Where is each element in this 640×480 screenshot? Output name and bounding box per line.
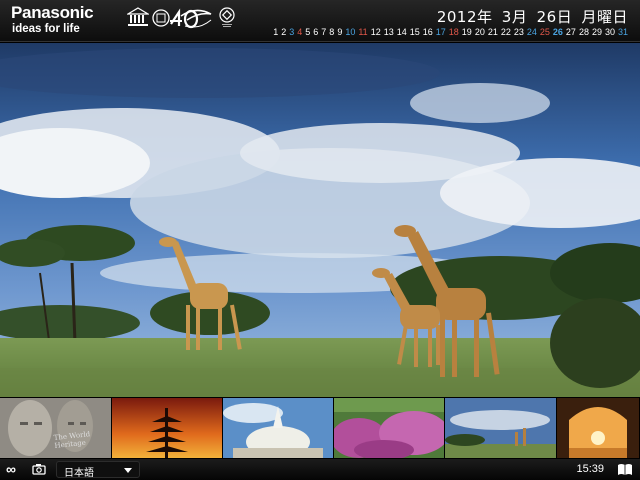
thumbnail-arch-sunset[interactable] (557, 398, 639, 458)
language-label: 日本語 (64, 468, 94, 479)
calendar-day: 9 (337, 27, 343, 37)
brand-tagline: ideas for life (12, 23, 80, 35)
date-month: 3月 (501, 8, 528, 26)
calendar-day: 22 (500, 27, 511, 37)
calendar-day-today: 26 (552, 27, 563, 37)
calendar-day: 13 (383, 27, 394, 37)
pagoda-sunset-image (112, 398, 222, 458)
date-year: 2012年 (436, 8, 493, 26)
calendar-day: 17 (435, 27, 446, 37)
calendar-day: 1 (273, 27, 279, 37)
calendar-day: 5 (305, 27, 311, 37)
date-day: 26日 (536, 8, 573, 26)
calendar-day-strip: 1 2 3 4 5 6 7 8 9 10 11 12 13 14 15 16 17 18 19 20 21 22 23 24 2… (270, 27, 628, 37)
calendar-day: 14 (396, 27, 407, 37)
calendar-day: 16 (422, 27, 433, 37)
brand-logo: Panasonic ideas for life (11, 3, 94, 36)
date-display: 2012年 3月 26日 月曜日 (433, 6, 628, 27)
calendar-day: 28 (578, 27, 589, 37)
calendar-day: 25 (539, 27, 550, 37)
clock-time: 15:39 (576, 463, 604, 475)
flower-field-image (334, 398, 444, 458)
calendar-day: 18 (448, 27, 459, 37)
calendar-day: 21 (487, 27, 498, 37)
calendar-day: 23 (513, 27, 524, 37)
infinity-icon[interactable]: ∞ (6, 462, 16, 476)
chevron-down-icon (124, 468, 132, 473)
calendar-day: 31 (617, 27, 628, 37)
calendar-day: 4 (297, 27, 303, 37)
calendar-day: 29 (591, 27, 602, 37)
calendar-day: 30 (604, 27, 615, 37)
calendar-day: 7 (321, 27, 327, 37)
thumbnail-giraffes[interactable] (445, 398, 556, 458)
book-icon[interactable] (617, 463, 633, 476)
language-select[interactable]: 日本語 (56, 461, 140, 479)
calendar-day: 2 (281, 27, 287, 37)
thumbnail-flower-field[interactable] (334, 398, 444, 458)
calendar-day: 19 (461, 27, 472, 37)
thumbnail-strip: The World Heritage (0, 397, 640, 459)
calendar-day: 15 (409, 27, 420, 37)
calendar-day: 6 (313, 27, 319, 37)
thumbnail-stone-faces[interactable]: The World Heritage (0, 398, 111, 458)
calendar-day: 12 (370, 27, 381, 37)
giraffes-thumb-image (445, 398, 556, 458)
calendar-day: 3 (289, 27, 295, 37)
main-photo[interactable] (0, 43, 640, 397)
giraffes-savanna-image (0, 43, 640, 397)
arch-sunset-image (557, 398, 639, 458)
white-stupa-image (223, 398, 333, 458)
calendar-day: 24 (526, 27, 537, 37)
brand-name: Panasonic (11, 3, 94, 22)
calendar-day: 11 (358, 27, 368, 37)
thumbnail-pagoda-sunset[interactable] (112, 398, 222, 458)
thumbnail-white-stupa[interactable] (223, 398, 333, 458)
world-heritage-emblem-icon (219, 7, 235, 27)
camera-icon[interactable] (32, 463, 46, 475)
calendar-day: 10 (345, 27, 356, 37)
calendar-day: 20 (474, 27, 485, 37)
calendar-day: 27 (565, 27, 576, 37)
anniversary-40-logo-icon (152, 8, 212, 29)
date-weekday: 月曜日 (581, 8, 628, 26)
unesco-emblem-icon (127, 7, 149, 26)
calendar-day: 8 (329, 27, 335, 37)
footer-toolbar: ∞ 日本語 15:39 (0, 459, 640, 480)
header-bar: Panasonic ideas for life 2012年 3月 26日 月曜… (0, 0, 640, 42)
